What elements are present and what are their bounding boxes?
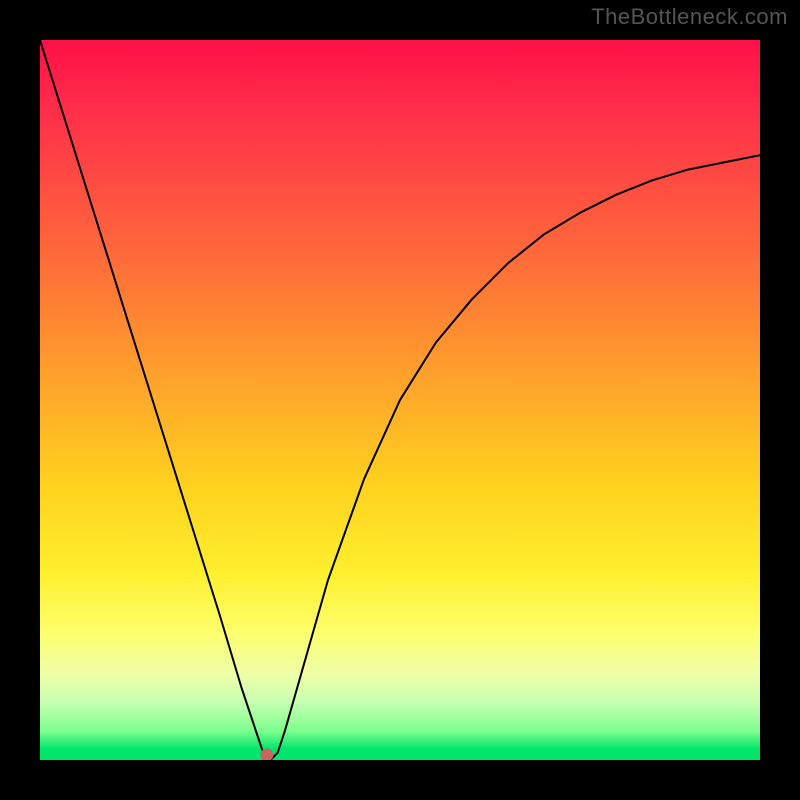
watermark-label: TheBottleneck.com [591,4,788,30]
curve-path [40,40,760,760]
chart-container: TheBottleneck.com [0,0,800,800]
curve-layer [40,40,760,760]
plot-area [40,40,760,760]
